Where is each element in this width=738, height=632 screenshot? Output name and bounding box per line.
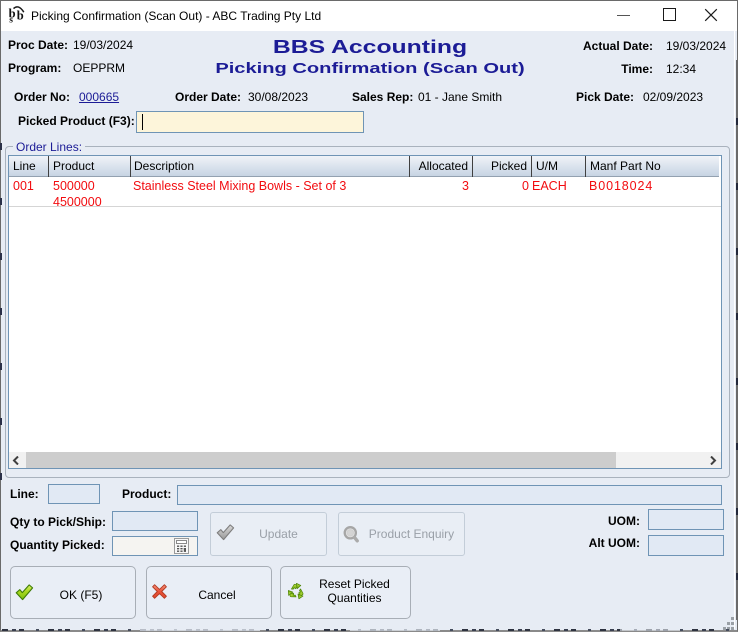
svg-text:b: b	[17, 9, 24, 23]
svg-text:s: s	[9, 15, 13, 25]
